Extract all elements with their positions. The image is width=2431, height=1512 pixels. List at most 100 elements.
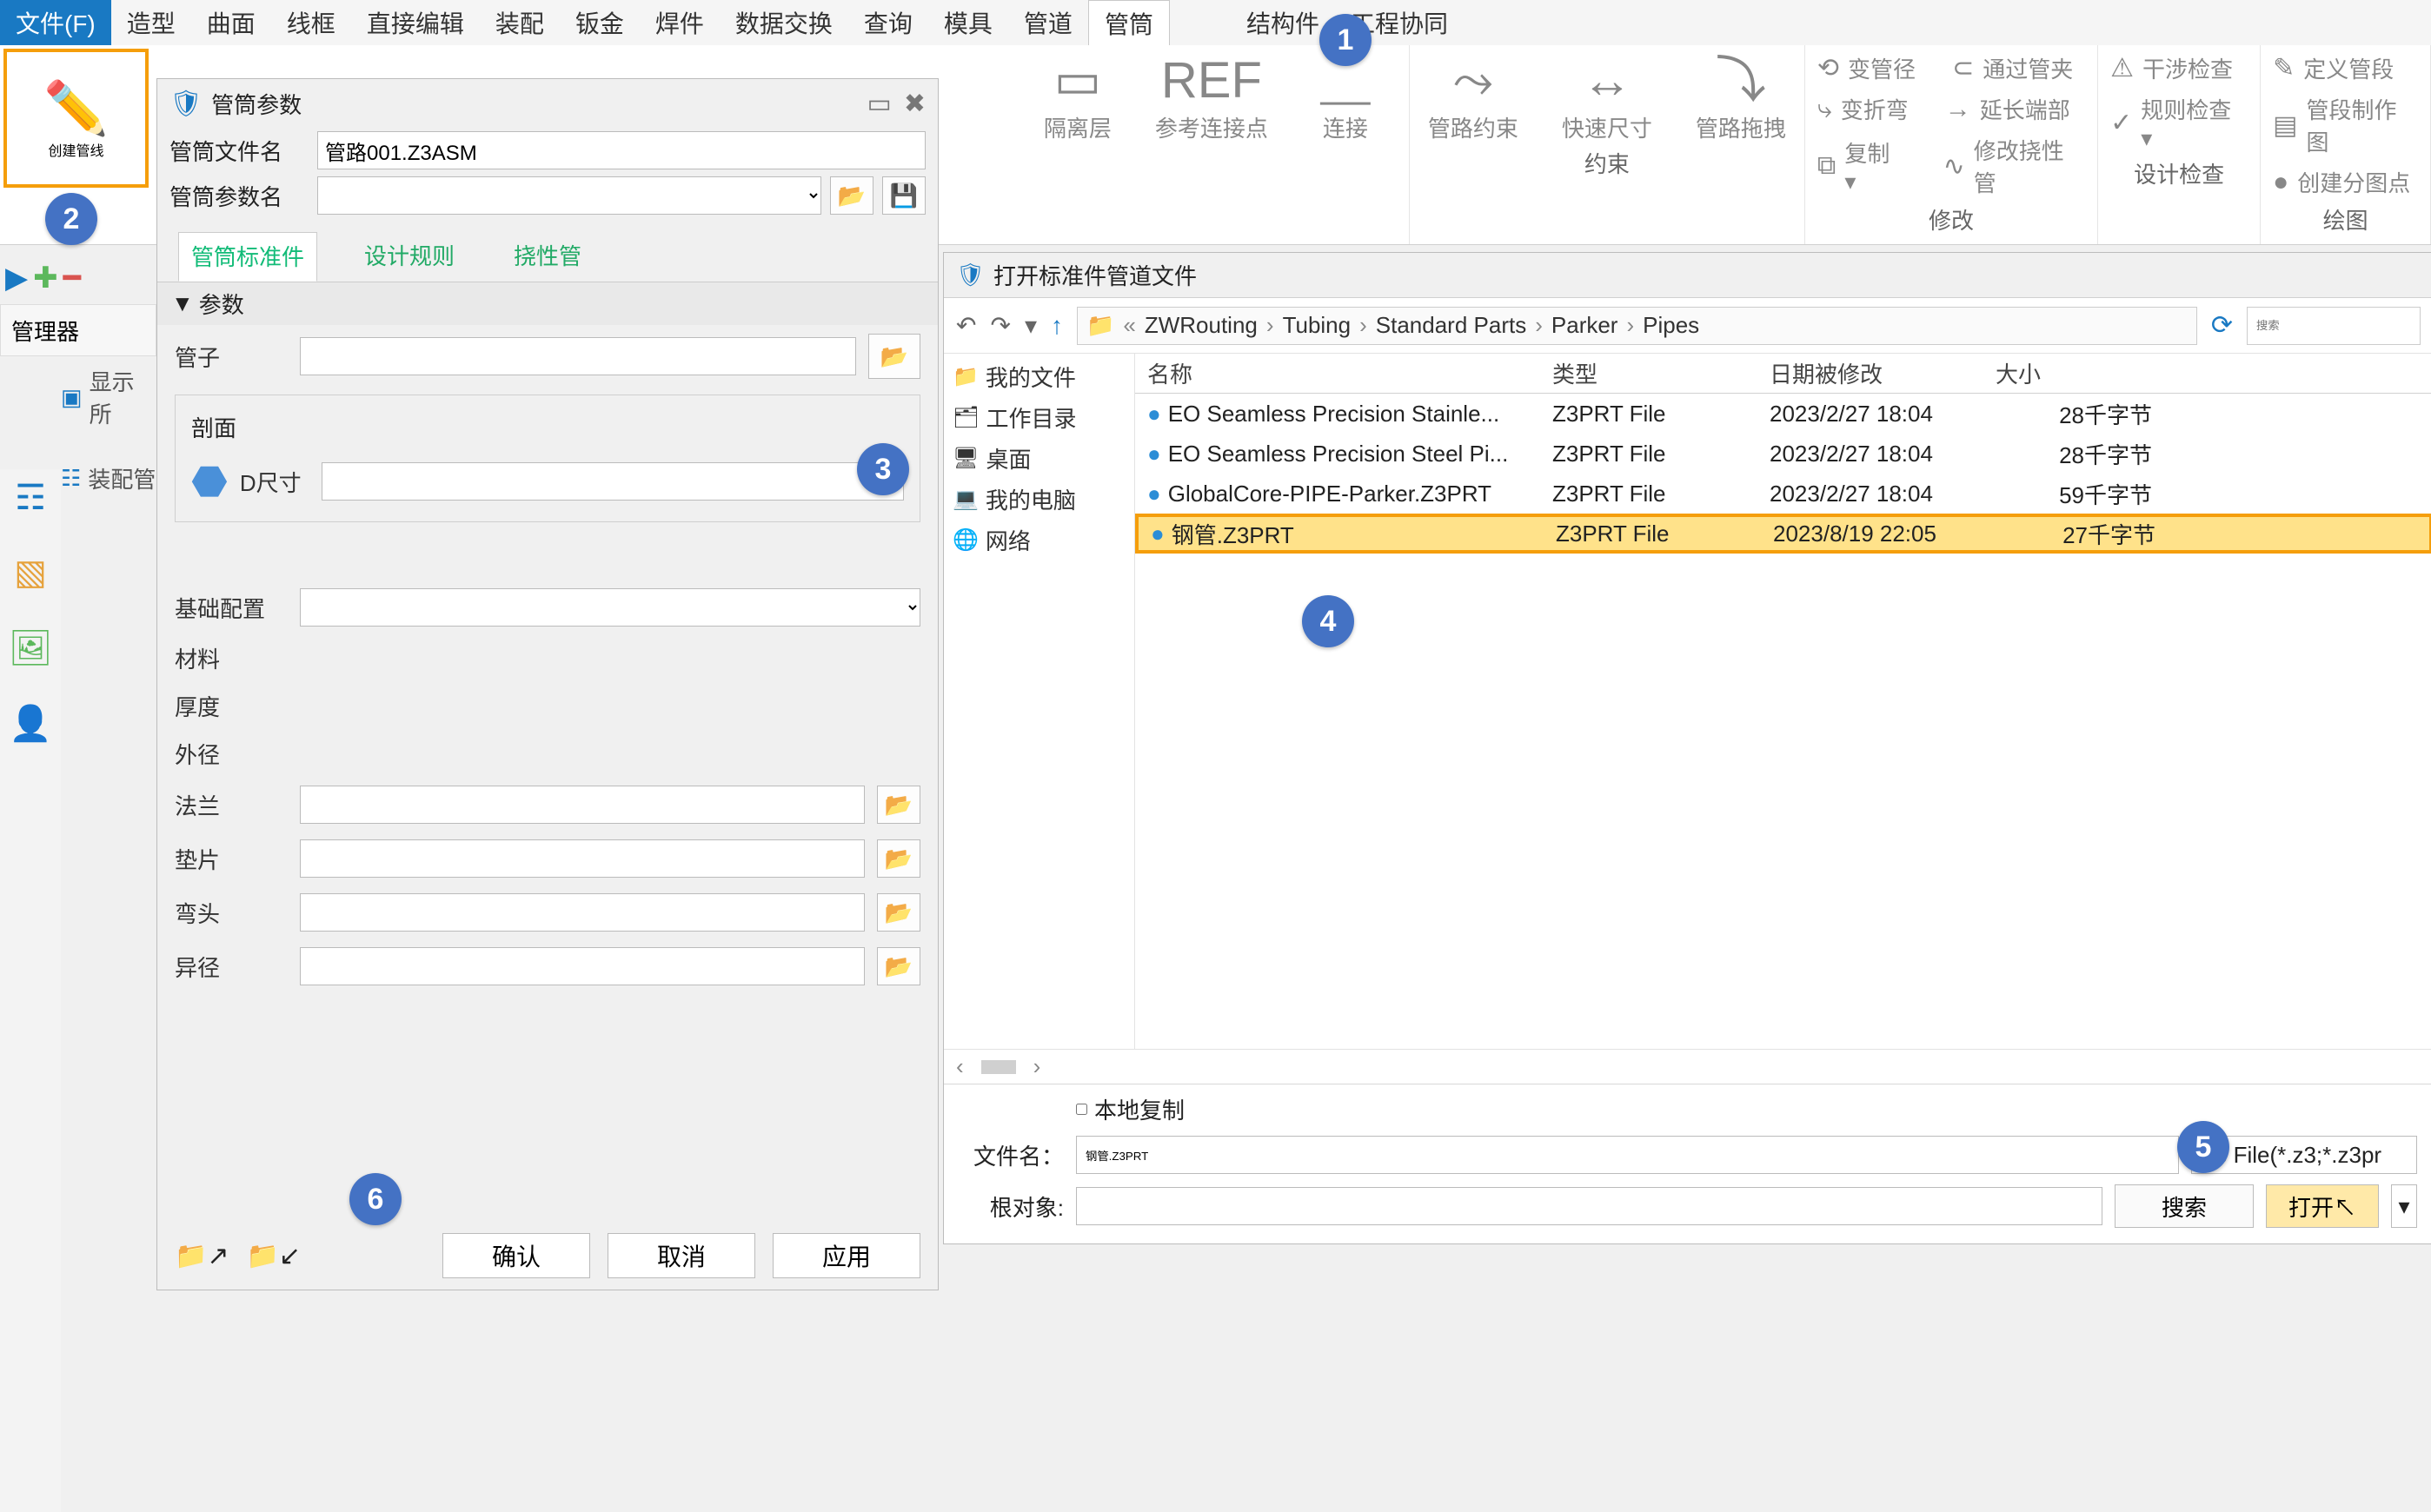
refresh-icon[interactable]: ⟳ (2211, 310, 2233, 341)
tree-network[interactable]: 🌐网络 (953, 524, 1126, 556)
dsize-select[interactable] (322, 462, 904, 501)
menu-item[interactable]: 造型 (111, 0, 191, 45)
base-config-select[interactable] (300, 588, 920, 627)
menu-item[interactable]: 曲面 (191, 0, 271, 45)
ribbon-ref-point[interactable]: REF参考连接点 (1155, 50, 1268, 143)
scrollbar-thumb[interactable] (981, 1060, 1016, 1074)
tree-desktop[interactable]: 🖥桌面 (953, 442, 1126, 474)
gasket-browse[interactable]: 📂 (877, 839, 920, 878)
minus-icon[interactable]: ━ (63, 261, 81, 295)
flange-input[interactable] (300, 786, 865, 824)
tree-myfiles[interactable]: 📁我的文件 (953, 361, 1126, 393)
ribbon-change-dia[interactable]: ⟲变管径 (1812, 50, 1921, 86)
folder-icon: 📂 (838, 182, 866, 209)
save-button[interactable]: 💾 (882, 176, 926, 215)
step-badge-3: 3 (857, 443, 909, 495)
tree-workdir[interactable]: 🗂工作目录 (953, 401, 1126, 434)
gasket-input[interactable] (300, 839, 865, 878)
scroll-left-icon[interactable]: ‹ (956, 1053, 964, 1080)
params-section-header[interactable]: ▼ 参数 (157, 282, 938, 325)
menu-file[interactable]: 文件(F) (0, 0, 111, 45)
dsize-label: D尺寸 (240, 466, 309, 498)
open-folder-button[interactable]: 📂 (830, 176, 873, 215)
apply-button[interactable]: 应用 (773, 1233, 920, 1278)
elbow-browse[interactable]: 📂 (877, 893, 920, 932)
reducer-input[interactable] (300, 947, 865, 985)
menu-item[interactable]: 焊件 (640, 0, 720, 45)
reducer-browse[interactable]: 📂 (877, 947, 920, 985)
search-button[interactable]: 搜索 (2115, 1184, 2254, 1228)
flange-browse[interactable]: 📂 (877, 786, 920, 824)
tree-mypc[interactable]: 💻我的电脑 (953, 483, 1126, 515)
file-row-selected[interactable]: ●钢管.Z3PRT Z3PRT File 2023/8/19 22:05 27千… (1135, 514, 2431, 554)
menu-item[interactable]: 直接编辑 (351, 0, 480, 45)
pipe-input[interactable] (300, 337, 856, 375)
tab-design-rules[interactable]: 设计规则 (352, 232, 467, 282)
chevron-down-icon[interactable]: ▾ (2391, 1184, 2417, 1228)
image-icon[interactable]: 🖼 (9, 627, 53, 668)
menu-item-tubing[interactable]: 管筒 (1088, 0, 1170, 45)
create-pipe-button[interactable]: ✏️ 创建管线 (3, 49, 149, 188)
filename-input[interactable] (1076, 1136, 2179, 1174)
dialog-titlebar: 🛡 管筒参数 ▭ ✖ (157, 79, 938, 128)
menu-item[interactable]: 数据交换 (720, 0, 848, 45)
root-input[interactable] (1076, 1187, 2102, 1225)
ribbon-mod-flex[interactable]: ∿修改挠性管 (1938, 132, 2091, 200)
menu-item[interactable]: 装配 (480, 0, 560, 45)
up-icon[interactable]: ↑ (1051, 312, 1063, 340)
ribbon-through-clamp[interactable]: ⊂通过管夹 (1947, 50, 2078, 86)
pipe-browse-button[interactable]: 📂 (868, 334, 920, 379)
forward-icon[interactable]: ↷ (990, 311, 1010, 340)
elbow-input[interactable] (300, 893, 865, 932)
tab-flexible[interactable]: 挠性管 (501, 232, 594, 282)
menu-item[interactable]: 模具 (928, 0, 1008, 45)
chevron-down-icon[interactable]: ▾ (1025, 311, 1037, 340)
ref-point-icon: REF (1161, 50, 1262, 111)
ribbon-rule-check[interactable]: ✓规则检查 ▾ (2105, 91, 2253, 154)
menu-item[interactable]: 查询 (848, 0, 928, 45)
plus-icon[interactable]: ✚ (33, 261, 58, 295)
breadcrumb[interactable]: 📁 « ZWRouting› Tubing› Standard Parts› P… (1077, 307, 2197, 345)
isolation-icon: ▭ (1054, 50, 1102, 111)
user-icon[interactable]: 👤 (9, 703, 52, 744)
box-icon[interactable]: ▧ (14, 553, 47, 593)
scroll-right-icon[interactable]: › (1033, 1053, 1041, 1080)
ribbon-quick-dim[interactable]: ↔快速尺寸 (1551, 50, 1664, 143)
menu-item[interactable]: 管道 (1008, 0, 1088, 45)
ribbon-copy[interactable]: ⧉复制 ▾ (1812, 132, 1912, 200)
search-input[interactable] (2247, 307, 2421, 345)
folder-in-icon[interactable]: 📁↙ (247, 1241, 302, 1271)
param-name-select[interactable] (317, 176, 821, 215)
cancel-button[interactable]: 取消 (608, 1233, 755, 1278)
cursor-icon[interactable]: ▶ (5, 261, 28, 295)
pc-icon: 💻 (953, 487, 979, 512)
gasket-label: 垫片 (175, 843, 288, 875)
ribbon-route-drag[interactable]: ⤵管路拖拽 (1684, 50, 1797, 143)
ribbon-interference[interactable]: ⚠干涉检查 (2105, 50, 2253, 86)
ribbon-seg-drawing[interactable]: ▤管段制作图 (2268, 91, 2423, 159)
file-row[interactable]: ●GlobalCore-PIPE-Parker.Z3PRT Z3PRT File… (1135, 474, 2431, 514)
ribbon-split-point[interactable]: ●创建分图点 (2268, 164, 2423, 200)
local-copy-checkbox[interactable]: 本地复制 (1076, 1093, 1185, 1125)
folder-icon: 📂 (885, 792, 913, 819)
tab-standard-parts[interactable]: 管筒标准件 (178, 232, 317, 282)
minimize-icon[interactable]: ▭ (867, 89, 892, 119)
ribbon-define-seg[interactable]: ✎定义管段 (2268, 50, 2423, 86)
back-icon[interactable]: ↶ (956, 311, 976, 340)
ribbon-route-constraint[interactable]: ⤳管路约束 (1417, 50, 1530, 143)
open-dialog-title: 打开标准件管道文件 (993, 259, 1197, 291)
file-row[interactable]: ●EO Seamless Precision Stainle... Z3PRT … (1135, 394, 2431, 434)
close-icon[interactable]: ✖ (904, 89, 926, 119)
file-name-input[interactable] (317, 131, 926, 169)
ok-button[interactable]: 确认 (442, 1233, 590, 1278)
folder-out-icon[interactable]: 📁↗ (175, 1241, 229, 1271)
ribbon-change-bend[interactable]: ⤷变折弯 (1812, 91, 1914, 127)
ribbon-isolation[interactable]: ▭隔离层 (1021, 50, 1134, 143)
file-columns[interactable]: 名称 类型 日期被修改 大小 (1135, 354, 2431, 394)
open-button[interactable]: 打开↖ (2266, 1184, 2379, 1228)
file-row[interactable]: ●EO Seamless Precision Steel Pi... Z3PRT… (1135, 434, 2431, 474)
menu-item[interactable]: 线框 (271, 0, 351, 45)
menu-item[interactable]: 钣金 (560, 0, 640, 45)
hierarchy-icon[interactable]: ☶ (15, 478, 46, 518)
ribbon-extend-end[interactable]: →延长端部 (1940, 91, 2076, 127)
